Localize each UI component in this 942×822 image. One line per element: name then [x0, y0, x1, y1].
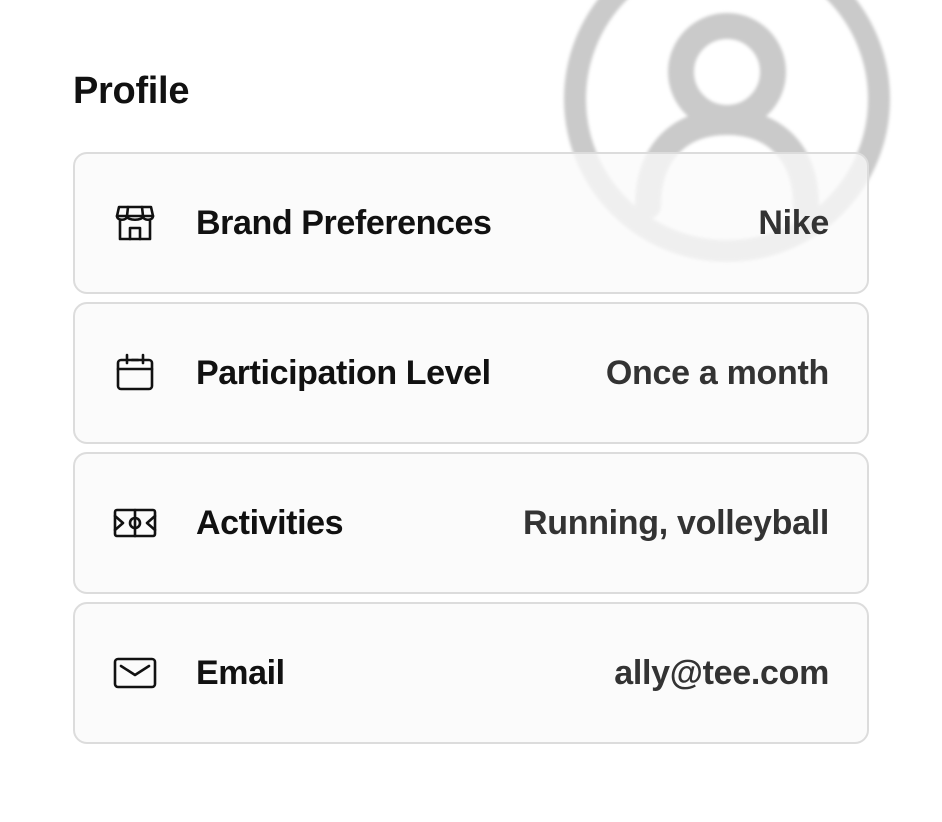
participation-level-label: Participation Level — [196, 353, 491, 392]
email-row[interactable]: Email ally@tee.com — [73, 602, 869, 744]
page-title: Profile — [73, 70, 190, 112]
mail-icon — [112, 650, 158, 696]
calendar-icon — [112, 350, 158, 396]
email-value: ally@tee.com — [614, 653, 829, 692]
activities-row[interactable]: Activities Running, volleyball — [73, 452, 869, 594]
activities-label: Activities — [196, 503, 344, 542]
brand-preferences-label: Brand Preferences — [196, 203, 492, 242]
activities-value: Running, volleyball — [523, 503, 829, 542]
brand-preferences-value: Nike — [758, 203, 829, 242]
profile-page: Profile Brand Preferences Nike Participa… — [0, 0, 942, 822]
participation-level-row[interactable]: Participation Level Once a month — [73, 302, 869, 444]
profile-field-list: Brand Preferences Nike Participation Lev… — [73, 152, 869, 752]
email-label: Email — [196, 653, 285, 692]
participation-level-value: Once a month — [605, 353, 829, 392]
brand-preferences-row[interactable]: Brand Preferences Nike — [73, 152, 869, 294]
court-icon — [112, 500, 158, 546]
store-icon — [112, 200, 158, 246]
